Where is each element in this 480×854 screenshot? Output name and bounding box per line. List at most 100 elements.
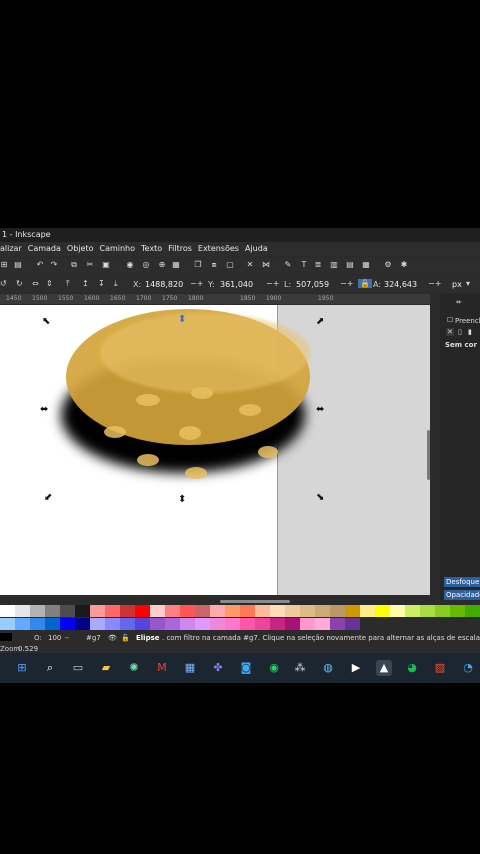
palette-swatch[interactable] [225,618,240,630]
palette-swatch[interactable] [105,605,120,617]
palette-swatch[interactable] [105,618,120,630]
layers-icon[interactable]: ▤ [346,261,354,269]
palette-swatch[interactable] [15,605,30,617]
palette-swatch[interactable] [15,618,30,630]
palette-swatch[interactable] [300,618,315,630]
flip-vertical-icon[interactable]: ⇕ [46,279,53,288]
zoom-selection-icon[interactable]: ◉ [126,261,134,269]
scale-handle-top[interactable]: ⬍ [178,315,186,325]
scale-handle-top-left[interactable]: ⬉ [42,317,50,327]
align-distribute-icon[interactable]: ▥ [330,261,338,269]
palette-swatch[interactable] [315,618,330,630]
raise-to-top-icon[interactable]: ⤒ [66,279,70,289]
lock-ratio-icon[interactable]: 🔒 [358,279,372,288]
palette-swatch[interactable] [270,618,285,630]
blur-label[interactable]: Desfoque ( [444,577,480,587]
palette-swatch[interactable] [435,605,450,617]
palette-swatch[interactable] [165,618,180,630]
open-file-icon[interactable]: ▤ [14,261,22,269]
palette-swatch[interactable] [165,605,180,617]
group-icon[interactable]: ✕ [246,261,254,269]
palette-swatch[interactable] [300,605,315,617]
menu-item-text[interactable]: Texto [141,244,162,253]
palette-swatch[interactable] [45,618,60,630]
palette-swatch[interactable] [195,618,210,630]
scale-handle-top-right[interactable]: ⬈ [316,317,324,327]
app-icon[interactable]: ◙ [238,660,254,676]
edit-fill-icon[interactable]: ✎ [284,261,292,269]
palette-swatch[interactable] [285,605,300,617]
palette-swatch[interactable] [150,618,165,630]
palette-swatch[interactable] [195,605,210,617]
lower-icon[interactable]: ↧ [98,279,105,288]
panel-grip-icon[interactable]: ⇷ [456,298,462,306]
browser-icon[interactable]: ◍ [320,660,336,676]
palette-swatch[interactable] [465,605,480,617]
menu-item-object[interactable]: Objeto [67,244,94,253]
rotate-ccw-icon[interactable]: ↺ [0,279,7,288]
palette-swatch[interactable] [240,618,255,630]
search-icon[interactable]: ⌕ [42,660,58,676]
menu-item-layer[interactable]: Camada [28,244,61,253]
flat-color-icon[interactable]: ▯ [458,328,462,336]
palette-swatch[interactable] [0,605,15,617]
palette-swatch[interactable] [120,618,135,630]
palette-swatch[interactable] [255,618,270,630]
document-properties-icon[interactable]: ✱ [400,261,408,269]
layer-select[interactable]: #g7 [86,634,101,642]
palette-swatch[interactable] [315,605,330,617]
whatsapp-icon[interactable]: ◉ [266,660,282,676]
width-field[interactable]: 507,059 [296,280,329,289]
y-stepper-icon[interactable]: −+ [266,279,279,288]
no-paint-icon[interactable]: ✕ [446,328,454,336]
layer-lock-icon[interactable]: 🔓 [121,634,130,642]
palette-swatch[interactable] [210,605,225,617]
palette-swatch[interactable] [0,618,15,630]
x-field[interactable]: 1488,820 [145,280,183,289]
palette-swatch[interactable] [60,618,75,630]
menu-item-filters[interactable]: Filtros [168,244,192,253]
palette-swatch[interactable] [255,605,270,617]
unlink-clone-icon[interactable]: ▢ [226,261,234,269]
palette-swatch[interactable] [345,618,360,630]
menu-item-view[interactable]: alizar [0,244,22,253]
height-field[interactable]: 324,643 [384,280,417,289]
opacity-stepper-icon[interactable]: − [64,634,70,642]
scale-handle-bottom-left[interactable]: ⬋ [44,493,52,503]
file-explorer-icon[interactable]: ▰ [98,660,114,676]
scale-handle-bottom-right[interactable]: ⬊ [316,493,324,503]
fill-checkbox[interactable]: ☐ [447,316,453,324]
unit-select[interactable]: px [452,280,462,289]
layer-visibility-icon[interactable]: 👁 [108,634,117,642]
flip-horizontal-icon[interactable]: ⇔ [32,279,39,288]
palette-swatch[interactable] [420,605,435,617]
palette-swatch[interactable] [270,605,285,617]
cut-icon[interactable]: ✂ [86,261,94,269]
zoom-page-icon[interactable]: ⊕ [158,261,166,269]
palette-swatch[interactable] [180,618,195,630]
new-document-icon[interactable]: ⊞ [0,261,8,269]
palette-swatch[interactable] [225,605,240,617]
palette-swatch[interactable] [330,618,345,630]
opacity-label[interactable]: Opacidade [444,590,480,600]
menu-item-path[interactable]: Caminho [99,244,135,253]
palette-swatch[interactable] [90,605,105,617]
fill-indicator[interactable] [0,633,12,641]
height-stepper-icon[interactable]: −+ [428,279,441,288]
scale-handle-bottom[interactable]: ⬍ [178,495,186,505]
palette-swatch[interactable] [120,605,135,617]
chevron-down-icon[interactable]: ▾ [466,279,470,288]
rotate-cw-icon[interactable]: ↻ [16,279,23,288]
app-icon-2[interactable]: ⁂ [292,660,308,676]
clone-icon[interactable]: ⧈ [210,261,218,269]
fill-tab-label[interactable]: Preench [455,317,480,325]
store-icon[interactable]: ▦ [182,660,198,676]
paste-icon[interactable]: ▣ [102,261,110,269]
palette-swatch[interactable] [135,618,150,630]
palette-swatch[interactable] [405,605,420,617]
palette-swatch[interactable] [210,618,225,630]
windows-icon[interactable]: ⊞ [14,660,30,676]
teams-icon[interactable]: ✤ [210,660,226,676]
taskview-icon[interactable]: ▭ [70,660,86,676]
edge-icon[interactable]: ◔ [460,660,476,676]
